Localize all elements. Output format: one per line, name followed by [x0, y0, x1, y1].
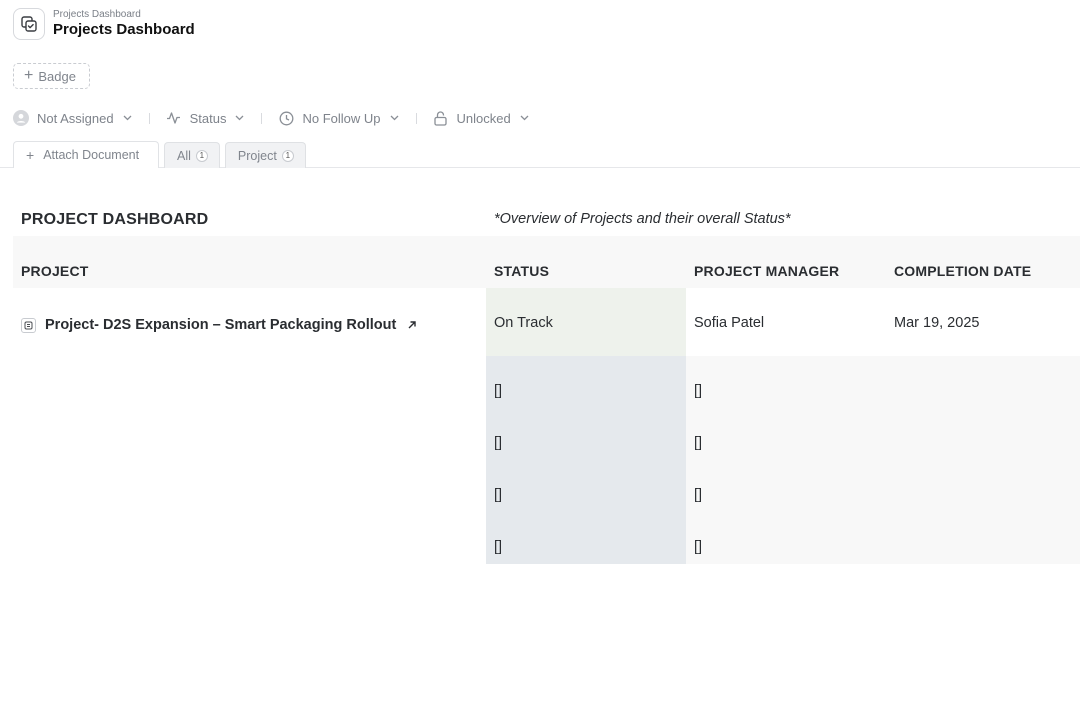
clock-icon [278, 110, 294, 126]
dashboard-app-icon[interactable] [13, 8, 45, 40]
breadcrumb[interactable]: Projects Dashboard [53, 9, 195, 21]
chevron-down-icon [235, 113, 245, 123]
tab-bar: + Attach Document All 1 Project 1 [13, 141, 306, 168]
project-icon [21, 317, 36, 333]
column-header-completion-date[interactable]: COMPLETION DATE [894, 263, 1031, 279]
status-label: Status [189, 110, 227, 126]
page-title: Projects Dashboard [53, 21, 195, 38]
status-cell[interactable]: [] [494, 539, 502, 555]
attach-document-label: Attach Document [43, 148, 140, 162]
dashboard-subtitle: *Overview of Projects and their overall … [494, 211, 791, 227]
plus-icon: + [24, 67, 34, 84]
completion-date-cell[interactable]: Mar 19, 2025 [894, 315, 979, 331]
follow-up-selector[interactable]: No Follow Up [278, 110, 399, 126]
tab-count-badge: 1 [195, 149, 208, 162]
tab-label: All [177, 148, 191, 163]
table-row-project[interactable]: Project- D2S Expansion – Smart Packaging… [21, 317, 417, 333]
chevron-down-icon [520, 113, 530, 123]
lock-toggle[interactable]: Unlocked [433, 110, 530, 126]
status-cell[interactable]: On Track [494, 315, 553, 331]
tab-all[interactable]: All 1 [164, 142, 220, 168]
assignee-selector[interactable]: Not Assigned [13, 110, 133, 126]
external-link-icon[interactable] [407, 320, 417, 330]
assignee-label: Not Assigned [37, 110, 114, 126]
page-header: Projects Dashboard Projects Dashboard [13, 8, 195, 40]
status-cell[interactable]: [] [494, 435, 502, 451]
status-cell[interactable]: [] [494, 383, 502, 399]
dashboard-title: PROJECT DASHBOARD [21, 211, 209, 228]
manager-cell[interactable]: [] [694, 383, 702, 399]
manager-cell[interactable]: [] [694, 539, 702, 555]
chevron-down-icon [123, 113, 133, 123]
activity-icon [166, 110, 182, 126]
tab-label: Project [237, 148, 277, 163]
status-column-bg [486, 356, 686, 564]
table-header-row: PROJECT STATUS PROJECT MANAGER COMPLETIO… [13, 236, 1080, 288]
chevron-down-icon [390, 113, 400, 123]
plus-icon: + [26, 147, 35, 163]
status-cell[interactable]: [] [494, 487, 502, 503]
badge-button-label: Badge [38, 68, 76, 84]
user-avatar-icon [13, 110, 29, 126]
column-header-project-manager[interactable]: PROJECT MANAGER [694, 263, 839, 279]
column-header-project[interactable]: PROJECT [21, 263, 89, 279]
divider [415, 112, 417, 124]
manager-cell[interactable]: Sofia Patel [694, 315, 764, 331]
add-badge-button[interactable]: + Badge [13, 63, 90, 89]
manager-cell[interactable]: [] [694, 487, 702, 503]
tab-project[interactable]: Project 1 [224, 142, 306, 168]
follow-up-label: No Follow Up [302, 110, 381, 126]
tab-count-badge: 1 [281, 149, 294, 162]
unlock-icon [433, 110, 449, 126]
status-selector[interactable]: Status [166, 110, 246, 126]
attach-document-button[interactable]: + Attach Document [13, 141, 159, 168]
table-body-bg [686, 356, 1080, 564]
meta-row: Not Assigned Status No Follow Up Unlocke… [13, 108, 530, 128]
divider [148, 112, 150, 124]
manager-cell[interactable]: [] [694, 435, 702, 451]
column-header-status[interactable]: STATUS [494, 263, 549, 279]
lock-label: Unlocked [456, 110, 511, 126]
divider [261, 112, 263, 124]
project-name: Project- D2S Expansion – Smart Packaging… [45, 317, 397, 333]
